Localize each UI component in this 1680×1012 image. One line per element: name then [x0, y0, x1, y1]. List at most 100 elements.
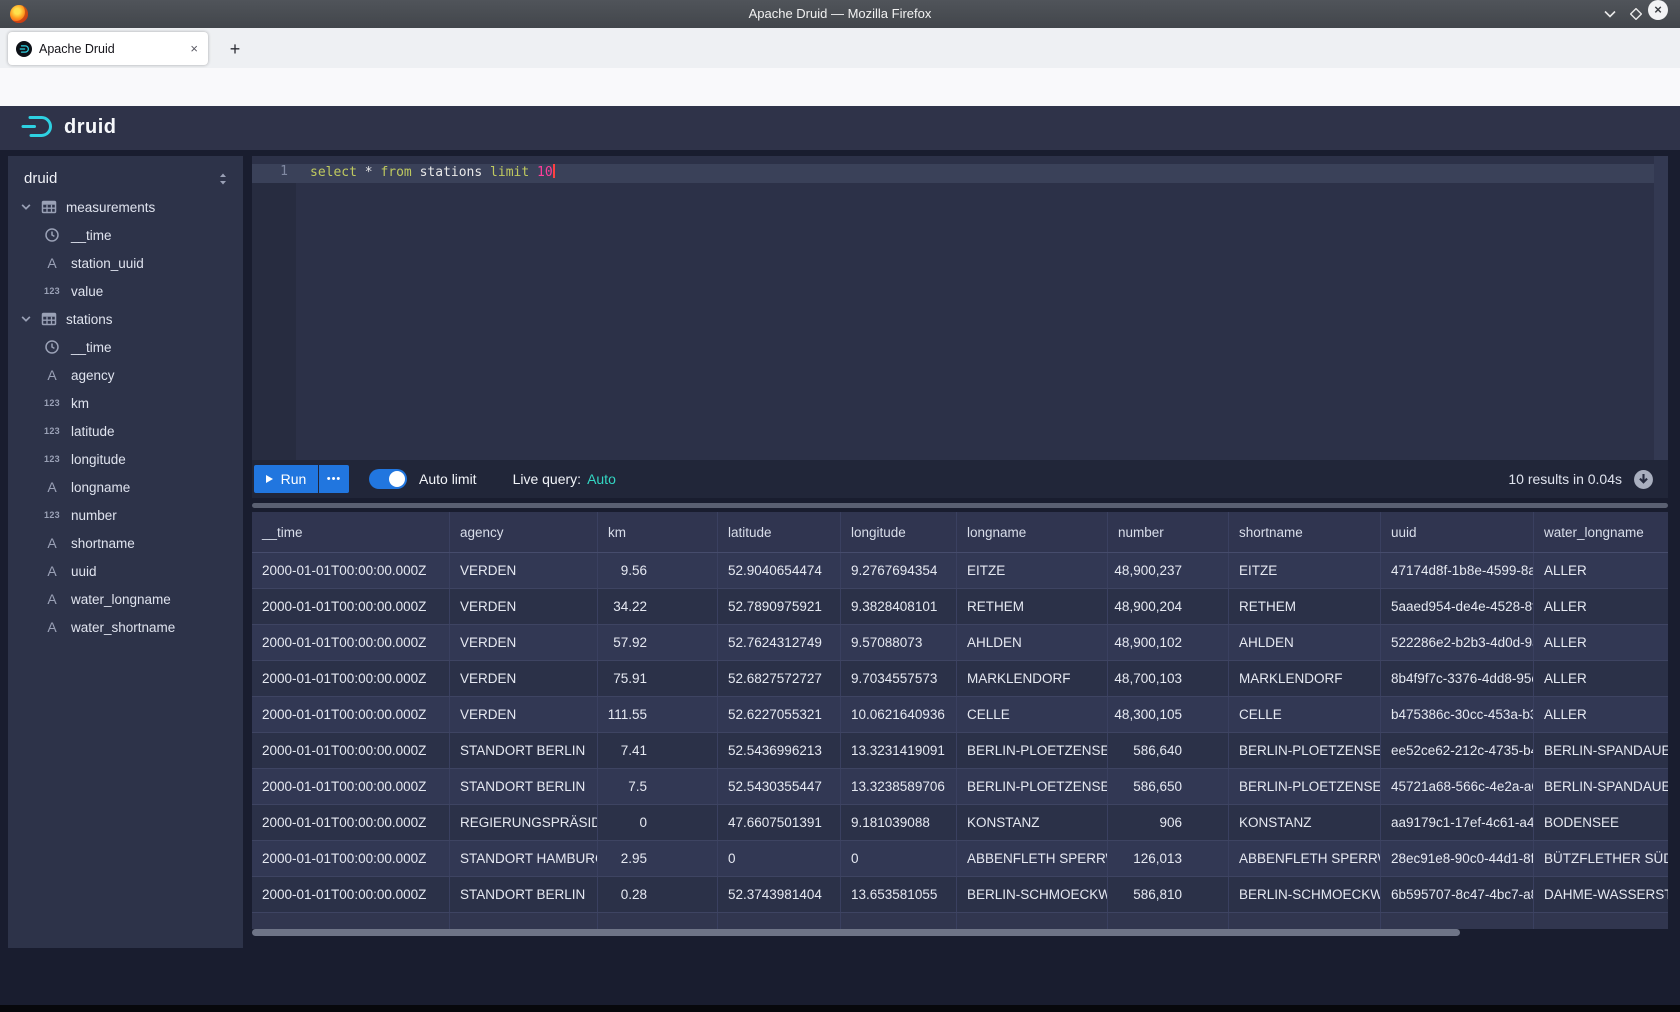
- cell-longname[interactable]: AHLDEN: [957, 625, 1108, 660]
- cell-shortname[interactable]: BERLIN-SCHMOECKWITZ: [1229, 877, 1381, 912]
- cell-longitude[interactable]: 9.57088073: [841, 625, 957, 660]
- cell-uuid[interactable]: 6b595707-8c47-4bc7-a8: [1381, 877, 1534, 912]
- query-editor[interactable]: 1 select * from stations limit 10: [252, 156, 1668, 460]
- cell-km[interactable]: 7.41: [598, 733, 718, 768]
- window-close-icon[interactable]: ×: [1648, 0, 1668, 20]
- cell-agency[interactable]: STANDORT BERLIN: [450, 733, 598, 768]
- cell-km[interactable]: 57.92: [598, 625, 718, 660]
- window-shade-icon[interactable]: [1600, 4, 1620, 24]
- cell-km[interactable]: 0: [598, 805, 718, 840]
- results-top-scrollbar[interactable]: [252, 503, 1668, 508]
- tree-column-water_longname[interactable]: Awater_longname: [8, 585, 243, 613]
- cell-km[interactable]: 7.5: [598, 769, 718, 804]
- cell-number[interactable]: 906: [1108, 805, 1229, 840]
- cell-longname[interactable]: EITZE: [957, 553, 1108, 588]
- cell-latitude[interactable]: 52.5430355447: [718, 769, 841, 804]
- cell-agency[interactable]: STANDORT HAMBURG: [450, 841, 598, 876]
- column-header-uuid[interactable]: uuid: [1381, 512, 1534, 552]
- tree-column-station_uuid[interactable]: Astation_uuid: [8, 249, 243, 277]
- browser-tab[interactable]: Apache Druid ×: [8, 32, 208, 65]
- live-query-value[interactable]: Auto: [587, 471, 616, 487]
- cell-longitude[interactable]: 9.7034557573: [841, 661, 957, 696]
- cell-water_longname[interactable]: BODENSEE: [1534, 805, 1668, 840]
- cell-water_longname[interactable]: DAHME-WASSERSTRASSE: [1534, 877, 1668, 912]
- cell-latitude[interactable]: 52.6827572727: [718, 661, 841, 696]
- cell-shortname[interactable]: EITZE: [1229, 553, 1381, 588]
- cell-__time[interactable]: 2000-01-01T00:00:00.000Z: [252, 589, 450, 624]
- cell-longitude[interactable]: 0: [841, 841, 957, 876]
- cell-latitude[interactable]: 52.5436996213: [718, 733, 841, 768]
- cell-number[interactable]: 48,300,105: [1108, 697, 1229, 732]
- column-header-shortname[interactable]: shortname: [1229, 512, 1381, 552]
- tree-column-value[interactable]: 123value: [8, 277, 243, 305]
- cell-water_longname[interactable]: BERLIN-SPANDAUER-SCH: [1534, 769, 1668, 804]
- cell-water_longname[interactable]: ALLER: [1534, 697, 1668, 732]
- cell-km[interactable]: 34.22: [598, 589, 718, 624]
- cell-longname[interactable]: BERLIN-PLOETZENSEE OW: [957, 733, 1108, 768]
- cell-longitude[interactable]: 13.3238589706: [841, 769, 957, 804]
- cell-agency[interactable]: VERDEN: [450, 625, 598, 660]
- cell-uuid[interactable]: 8b4f9f7c-3376-4dd8-95c: [1381, 661, 1534, 696]
- cell-uuid[interactable]: 522286e2-b2b3-4d0d-9a: [1381, 625, 1534, 660]
- column-header-longname[interactable]: longname: [957, 512, 1108, 552]
- cell-water_longname[interactable]: BÜTZFLETHER SÜDERELBE: [1534, 841, 1668, 876]
- cell-uuid[interactable]: ee52ce62-212c-4735-b4: [1381, 733, 1534, 768]
- cell-__time[interactable]: 2000-01-01T00:00:00.000Z: [252, 553, 450, 588]
- cell-latitude[interactable]: 52.9040654474: [718, 553, 841, 588]
- cell-km[interactable]: 111.55: [598, 697, 718, 732]
- cell-longname[interactable]: BERLIN-SCHMOECKWITZ: [957, 877, 1108, 912]
- cell-water_longname[interactable]: ALLER: [1534, 661, 1668, 696]
- column-header-longitude[interactable]: longitude: [841, 512, 957, 552]
- tree-column-longname[interactable]: Alongname: [8, 473, 243, 501]
- cell-km[interactable]: 0.28: [598, 877, 718, 912]
- tree-column-uuid[interactable]: Auuid: [8, 557, 243, 585]
- cell-uuid[interactable]: aa9179c1-17ef-4c61-a48: [1381, 805, 1534, 840]
- tab-close-icon[interactable]: ×: [188, 41, 200, 56]
- tree-table-stations[interactable]: stations: [8, 305, 243, 333]
- cell-number[interactable]: 586,650: [1108, 769, 1229, 804]
- tree-column-__time[interactable]: __time: [8, 333, 243, 361]
- cell-water_longname[interactable]: ALLER: [1534, 589, 1668, 624]
- run-more-button[interactable]: •••: [319, 465, 349, 493]
- tree-column-shortname[interactable]: Ashortname: [8, 529, 243, 557]
- results-horizontal-scrollbar[interactable]: [252, 929, 1460, 936]
- cell-agency[interactable]: VERDEN: [450, 697, 598, 732]
- cell-latitude[interactable]: 0: [718, 841, 841, 876]
- cell-longitude[interactable]: 9.181039088: [841, 805, 957, 840]
- auto-limit-toggle[interactable]: [369, 469, 407, 489]
- tree-column-number[interactable]: 123number: [8, 501, 243, 529]
- cell-number[interactable]: 586,810: [1108, 877, 1229, 912]
- column-header-km[interactable]: km: [598, 512, 718, 552]
- cell-shortname[interactable]: BERLIN-PLOETZENSEE OW: [1229, 733, 1381, 768]
- column-header-agency[interactable]: agency: [450, 512, 598, 552]
- cell-longitude[interactable]: 13.3231419091: [841, 733, 957, 768]
- cell-uuid[interactable]: 28ec91e8-90c0-44d1-8f0: [1381, 841, 1534, 876]
- cell-agency[interactable]: VERDEN: [450, 553, 598, 588]
- cell-__time[interactable]: 2000-01-01T00:00:00.000Z: [252, 769, 450, 804]
- tree-column-__time[interactable]: __time: [8, 221, 243, 249]
- tree-table-measurements[interactable]: measurements: [8, 193, 243, 221]
- editor-scrollbar-track[interactable]: [1654, 156, 1668, 460]
- cell-longname[interactable]: KONSTANZ: [957, 805, 1108, 840]
- cell-longname[interactable]: CELLE: [957, 697, 1108, 732]
- cell-uuid[interactable]: 47174d8f-1b8e-4599-8a: [1381, 553, 1534, 588]
- cell-longname[interactable]: ABBENFLETH SPERRWERK: [957, 841, 1108, 876]
- tree-column-water_shortname[interactable]: Awater_shortname: [8, 613, 243, 641]
- cell-number[interactable]: 126,013: [1108, 841, 1229, 876]
- schema-selector[interactable]: druid: [8, 156, 243, 193]
- column-header-water_longname[interactable]: water_longname: [1534, 512, 1668, 552]
- cell-shortname[interactable]: RETHEM: [1229, 589, 1381, 624]
- cell-__time[interactable]: 2000-01-01T00:00:00.000Z: [252, 625, 450, 660]
- cell-number[interactable]: 48,700,103: [1108, 661, 1229, 696]
- cell-longitude[interactable]: 9.2767694354: [841, 553, 957, 588]
- cell-__time[interactable]: 2000-01-01T00:00:00.000Z: [252, 661, 450, 696]
- cell-longitude[interactable]: 10.0621640936: [841, 697, 957, 732]
- cell-__time[interactable]: 2000-01-01T00:00:00.000Z: [252, 877, 450, 912]
- tree-column-km[interactable]: 123km: [8, 389, 243, 417]
- cell-longname[interactable]: MARKLENDORF: [957, 661, 1108, 696]
- cell-__time[interactable]: 2000-01-01T00:00:00.000Z: [252, 841, 450, 876]
- cell-km[interactable]: 2.95: [598, 841, 718, 876]
- cell-km[interactable]: 75.91: [598, 661, 718, 696]
- cell-number[interactable]: 586,640: [1108, 733, 1229, 768]
- cell-agency[interactable]: STANDORT BERLIN: [450, 769, 598, 804]
